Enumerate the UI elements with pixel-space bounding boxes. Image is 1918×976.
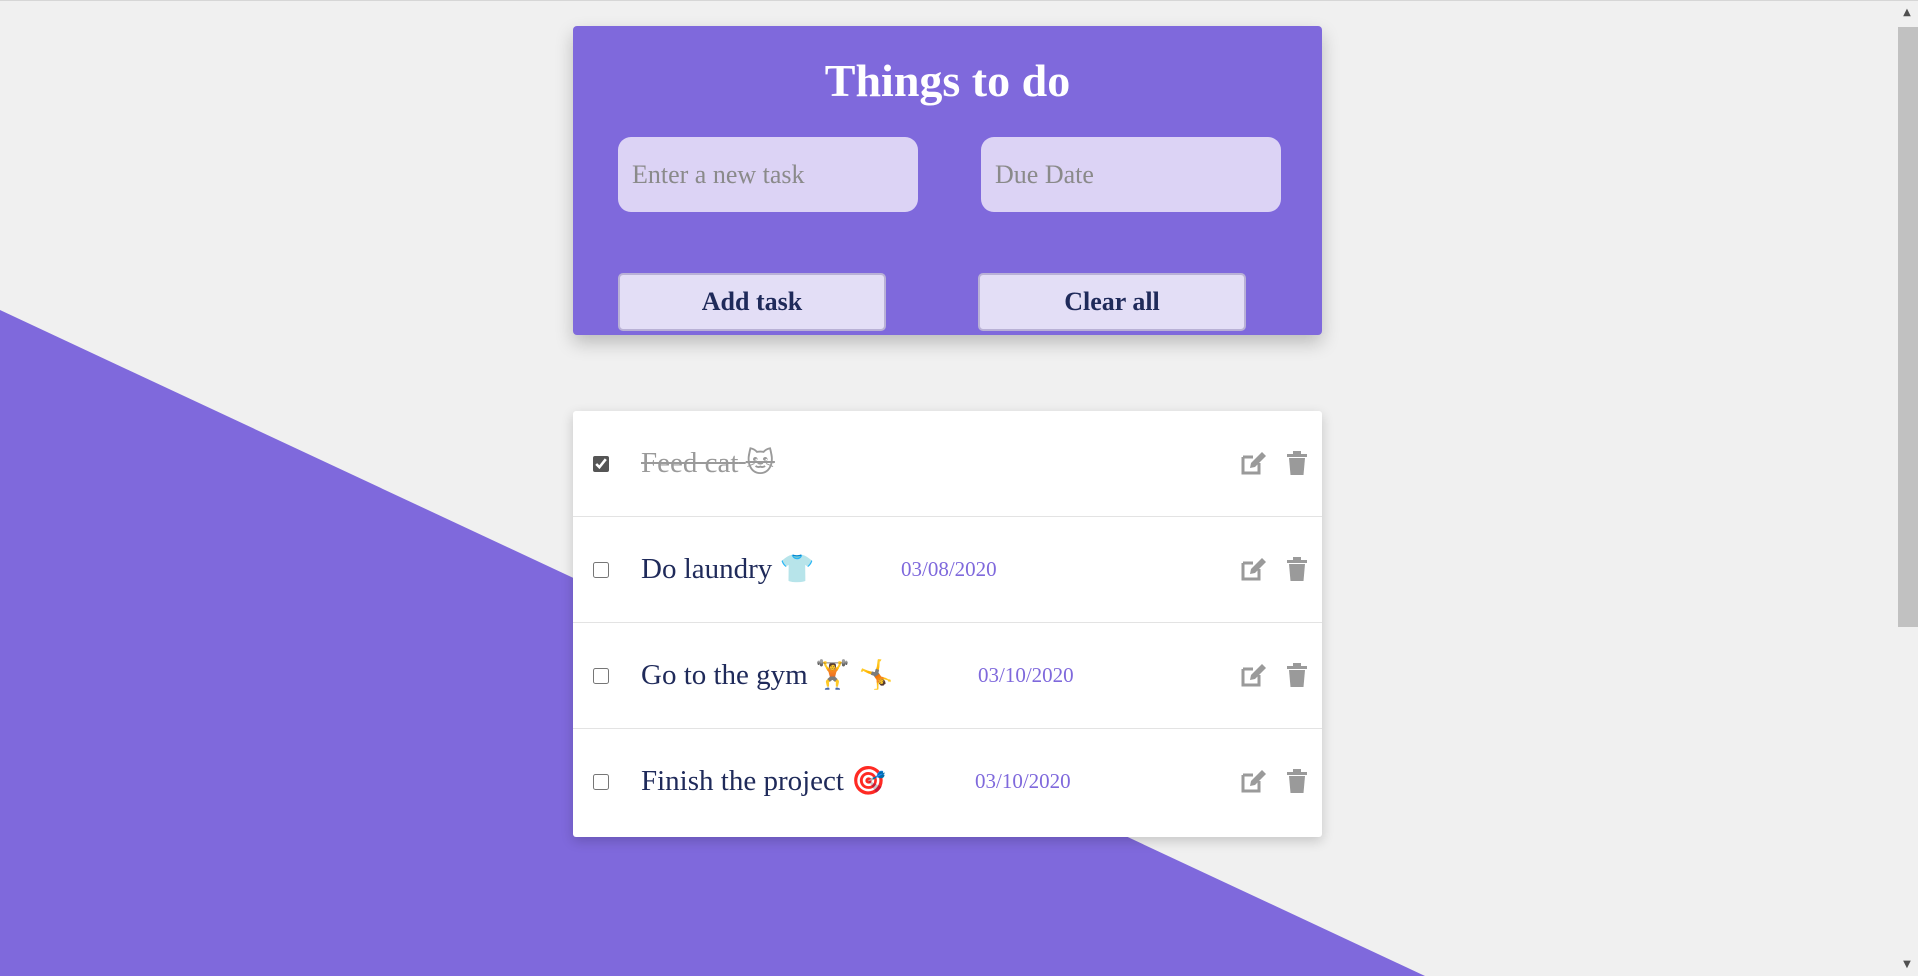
trash-icon[interactable] <box>1283 767 1311 795</box>
edit-icon[interactable] <box>1239 661 1267 689</box>
scroll-down-icon[interactable]: ▼ <box>1900 957 1914 971</box>
edit-icon[interactable] <box>1239 767 1267 795</box>
app-viewport: Things to do Add task Clear all Feed cat… <box>0 0 1918 976</box>
task-text: Go to the gym 🏋 🤸 <box>641 657 894 693</box>
task-emoji: 🎯 <box>851 764 887 797</box>
trash-icon[interactable] <box>1283 449 1311 477</box>
task-label: Feed cat <box>641 447 739 479</box>
add-task-button[interactable]: Add task <box>618 273 886 331</box>
task-complete-checkbox[interactable] <box>593 668 609 684</box>
task-entry-panel: Things to do Add task Clear all <box>573 26 1322 335</box>
task-complete-checkbox[interactable] <box>593 774 609 790</box>
task-complete-checkbox[interactable] <box>593 456 609 472</box>
trash-icon[interactable] <box>1283 555 1311 583</box>
task-row: Go to the gym 🏋 🤸 03/10/2020 <box>573 623 1322 729</box>
task-label: Go to the gym <box>641 659 808 691</box>
task-emoji: 🐱 <box>745 446 775 479</box>
task-list: Feed cat 🐱 Do laundry 👕 03/08/2020 Go to… <box>573 411 1322 837</box>
due-date-input[interactable] <box>981 137 1281 212</box>
task-due-date: 03/10/2020 <box>975 769 1071 793</box>
task-due-date: 03/08/2020 <box>901 557 997 581</box>
page-title: Things to do <box>824 55 1071 106</box>
new-task-input[interactable] <box>618 137 918 212</box>
edit-icon[interactable] <box>1239 555 1267 583</box>
task-emoji: 👕 <box>779 552 815 585</box>
task-label: Finish the project <box>641 765 844 797</box>
task-emoji: 🏋 🤸 <box>815 658 894 691</box>
trash-icon[interactable] <box>1283 661 1311 689</box>
task-due-date: 03/10/2020 <box>978 663 1074 687</box>
task-text: Feed cat 🐱 <box>641 445 775 481</box>
task-row: Feed cat 🐱 <box>573 411 1322 517</box>
task-complete-checkbox[interactable] <box>593 562 609 578</box>
task-row: Do laundry 👕 03/08/2020 <box>573 517 1322 623</box>
scroll-up-icon[interactable]: ▲ <box>1900 5 1914 19</box>
scrollbar-thumb[interactable] <box>1898 27 1918 627</box>
task-row: Finish the project 🎯 03/10/2020 <box>573 729 1322 835</box>
clear-all-button[interactable]: Clear all <box>978 273 1246 331</box>
task-label: Do laundry <box>641 553 773 585</box>
vertical-scrollbar[interactable]: ▲ ▼ <box>1896 1 1918 975</box>
edit-icon[interactable] <box>1239 449 1267 477</box>
task-text: Finish the project 🎯 <box>641 763 886 799</box>
task-text: Do laundry 👕 <box>641 551 814 587</box>
